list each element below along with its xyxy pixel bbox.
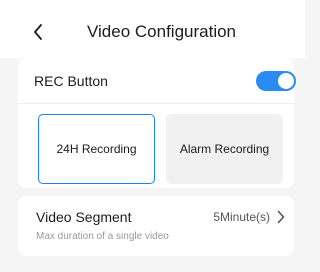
option-alarm-recording[interactable]: Alarm Recording (166, 114, 283, 184)
video-segment-title: Video Segment (36, 209, 132, 225)
rec-toggle[interactable] (256, 71, 296, 91)
video-segment-row[interactable]: Video Segment Max duration of a single v… (18, 196, 294, 256)
chevron-right-icon (276, 209, 286, 225)
recording-settings-card: REC Button 24H Recording Alarm Recording (18, 58, 296, 188)
header-bar: Video Configuration (0, 0, 305, 58)
option-24h-recording[interactable]: 24H Recording (38, 114, 155, 184)
toggle-knob (278, 73, 294, 89)
rec-button-label: REC Button (34, 73, 108, 89)
page-title: Video Configuration (86, 22, 236, 41)
video-segment-value: 5Minute(s) (213, 210, 270, 224)
divider (18, 103, 294, 104)
video-segment-subtitle: Max duration of a single video (36, 231, 169, 242)
